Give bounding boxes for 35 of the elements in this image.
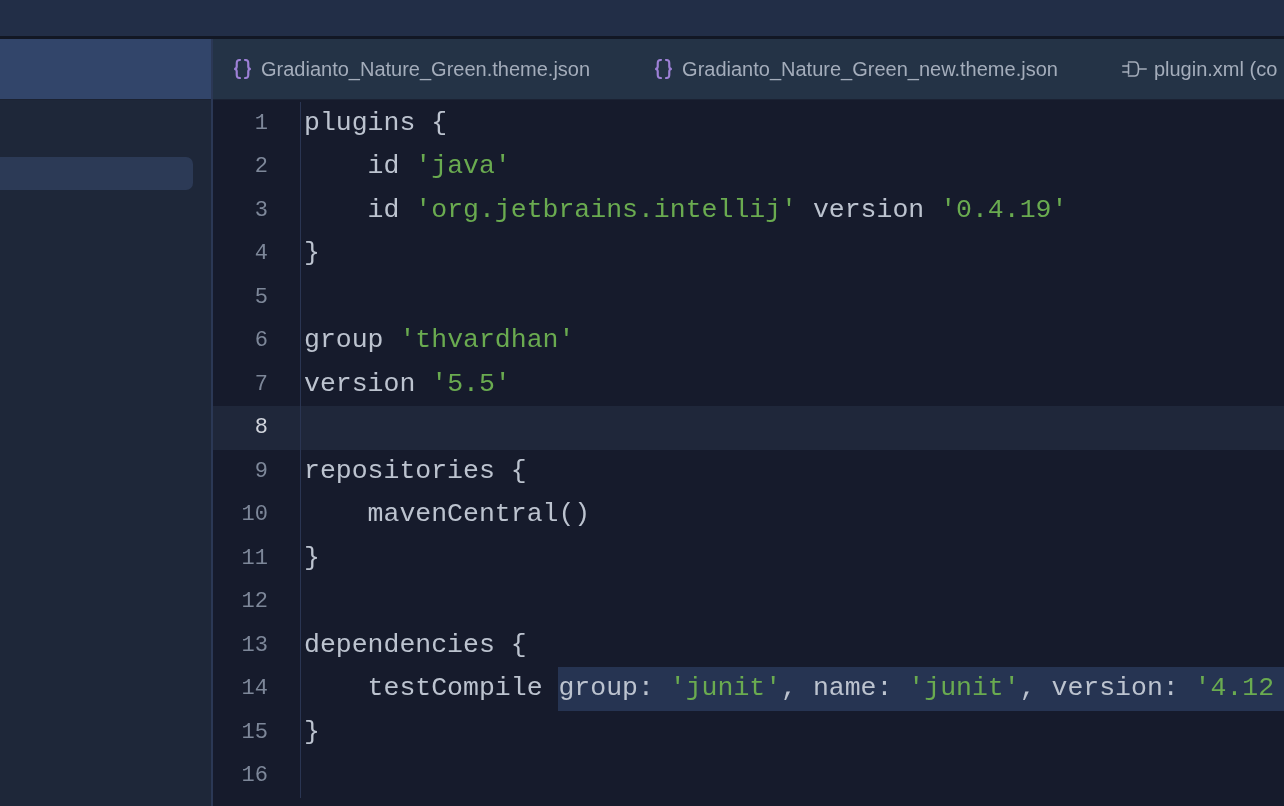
line-number: 9 <box>213 449 301 493</box>
line-number: 14 <box>213 667 301 711</box>
line-number: 11 <box>213 536 301 580</box>
code-text: } <box>304 715 320 749</box>
line-number: 15 <box>213 710 301 754</box>
editor-tab[interactable]: plugin.xml (co <box>1121 57 1278 81</box>
editor-tab[interactable]: Gradianto_Nature_Green_new.theme.json <box>654 57 1058 81</box>
code-text: repositories { <box>304 454 527 488</box>
braces-icon <box>233 59 252 79</box>
selected-code: group: 'junit', name: 'junit', version: '4.12 <box>558 667 1284 711</box>
code-text: testCompile <box>366 672 544 705</box>
line-number: 3 <box>213 188 301 232</box>
code-text: plugins { <box>304 106 448 140</box>
code-text: id 'java' <box>366 150 511 183</box>
line-number: 5 <box>213 275 301 319</box>
code-text: } <box>304 237 320 270</box>
line-number: 4 <box>213 232 301 276</box>
line-number: 13 <box>213 623 301 667</box>
code-text: } <box>304 541 320 575</box>
code-text: group 'thvardhan' <box>304 324 575 357</box>
braces-icon <box>654 59 674 79</box>
line-number: 6 <box>213 319 301 363</box>
line-number: 16 <box>213 754 301 798</box>
code-text: mavenCentral() <box>366 498 591 531</box>
line-number: 10 <box>213 493 301 537</box>
editor-tab[interactable]: Gradianto_Nature_Green.theme.json <box>233 57 591 81</box>
line-number: 12 <box>213 580 301 624</box>
code-text: id 'org.jetbrains.intellij' version '0.4.19' <box>366 193 1068 227</box>
sidebar-row[interactable] <box>0 157 193 190</box>
line-number: 1 <box>213 101 301 145</box>
code-text: dependencies { <box>304 628 527 662</box>
line-number: 8 <box>213 406 301 450</box>
code-text: version '5.5' <box>304 367 511 401</box>
line-number: 2 <box>213 145 301 189</box>
plug-icon <box>1121 61 1147 77</box>
